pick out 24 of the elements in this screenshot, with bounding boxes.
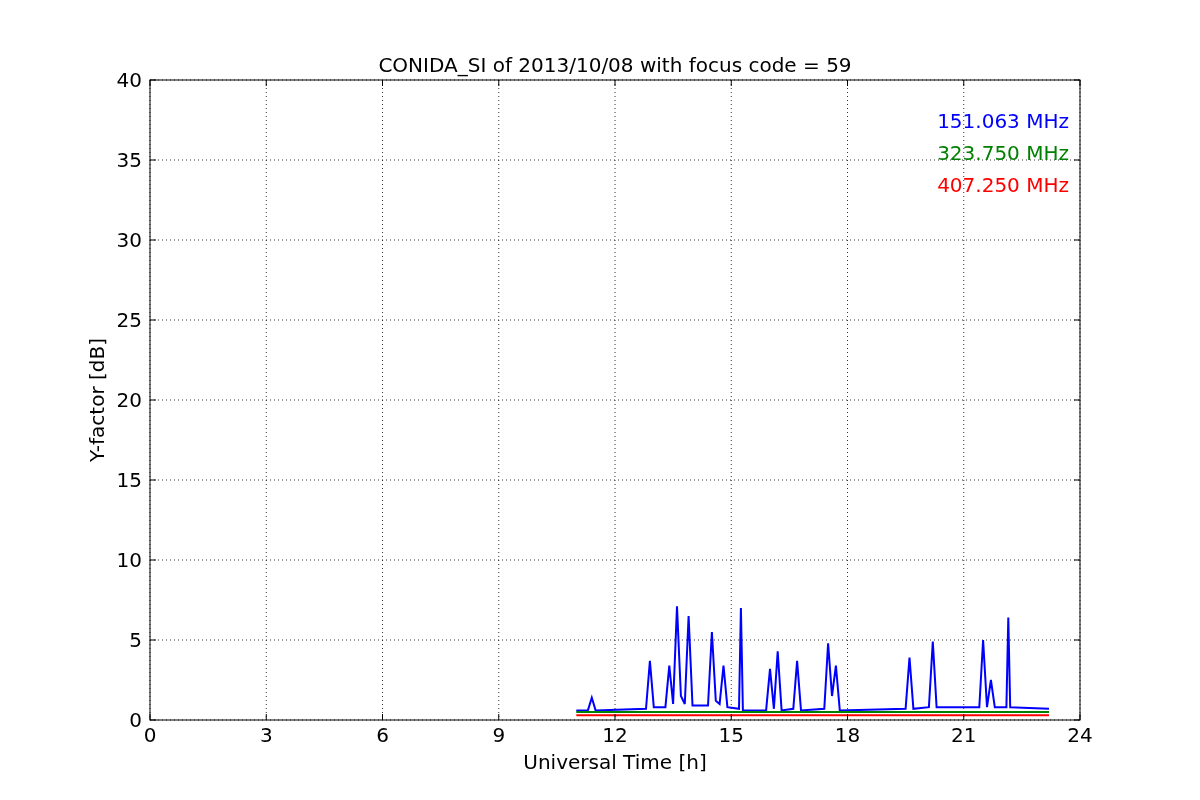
x-tick-label: 12 (602, 723, 628, 747)
x-tick-label: 0 (143, 723, 157, 747)
y-axis-label: Y-factor [dB] (85, 338, 109, 462)
y-tick-label: 15 (116, 468, 142, 492)
x-tick-label: 18 (834, 723, 861, 747)
legend-label: 151.063 MHz (937, 109, 1069, 133)
x-tick-label: 21 (951, 723, 977, 747)
x-tick-label: 6 (376, 723, 389, 747)
y-tick-label: 35 (116, 148, 142, 172)
y-tick-label: 25 (116, 308, 142, 332)
x-axis-label: Universal Time [h] (523, 750, 707, 774)
x-tick-label: 24 (1067, 723, 1093, 747)
legend-label: 323.750 MHz (937, 141, 1069, 165)
y-tick-label: 30 (116, 228, 142, 252)
y-tick-label: 5 (129, 628, 142, 652)
y-tick-label: 10 (116, 548, 142, 572)
x-tick-label: 3 (259, 723, 273, 747)
y-tick-label: 40 (116, 68, 142, 92)
y-tick-label: 0 (129, 708, 142, 732)
x-tick-label: 9 (492, 723, 506, 747)
legend-label: 407.250 MHz (937, 173, 1069, 197)
chart-title: CONIDA_SI of 2013/10/08 with focus code = 59 (378, 53, 852, 77)
y-tick-label: 20 (116, 388, 142, 412)
x-tick-label: 15 (718, 723, 744, 747)
